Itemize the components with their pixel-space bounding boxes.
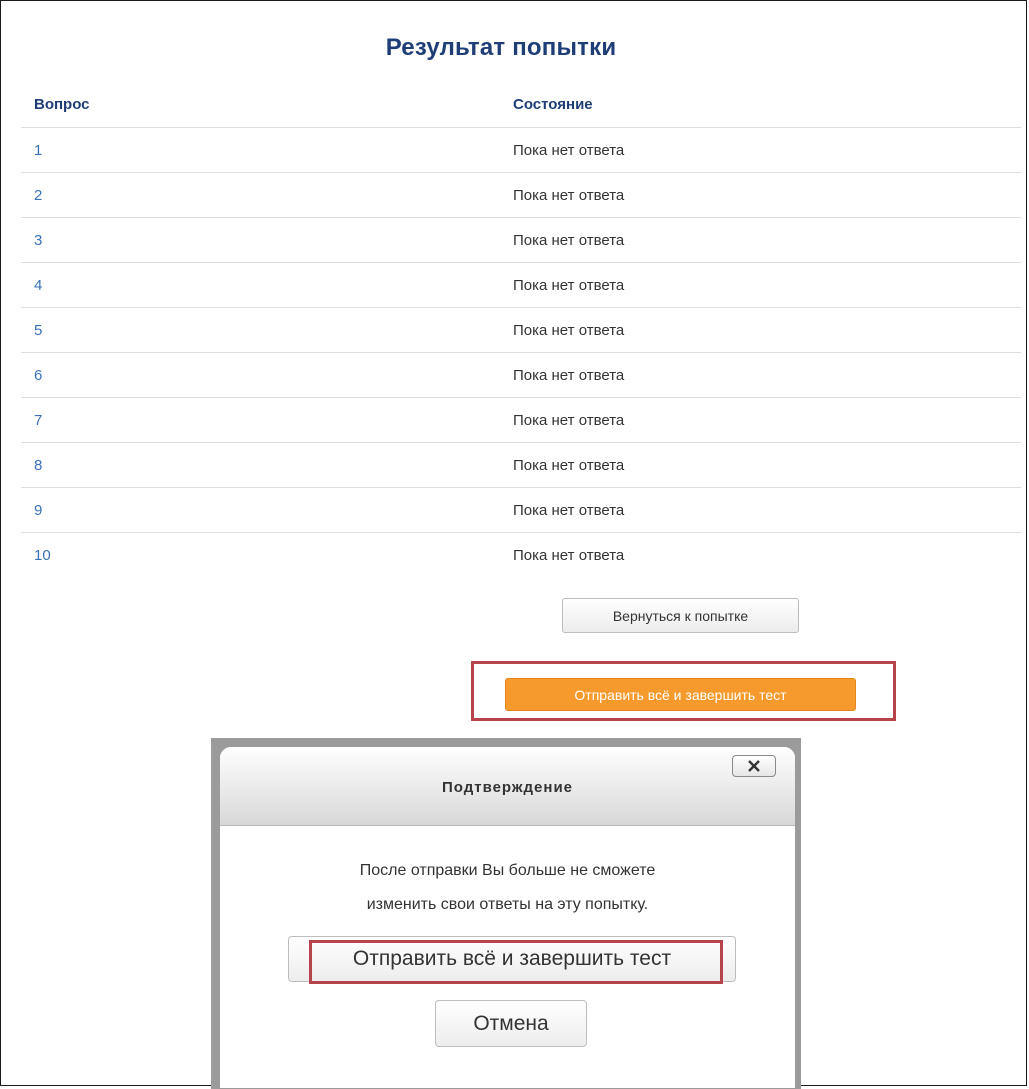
question-status: Пока нет ответа	[513, 262, 1021, 308]
question-status: Пока нет ответа	[513, 352, 1021, 398]
question-link[interactable]: 9	[21, 487, 513, 533]
question-status: Пока нет ответа	[513, 307, 1021, 353]
dialog-message-line: изменить свои ответы на эту попытку.	[366, 896, 649, 913]
question-link[interactable]: 5	[21, 307, 513, 353]
question-link[interactable]: 8	[21, 442, 513, 488]
dialog-close-button[interactable]	[732, 755, 776, 777]
table-row: 2 Пока нет ответа	[21, 172, 1021, 218]
confirm-submit-button[interactable]: Отправить всё и завершить тест	[288, 936, 736, 982]
cancel-button[interactable]: Отмена	[435, 1000, 587, 1047]
question-status: Пока нет ответа	[513, 487, 1021, 533]
question-link[interactable]: 4	[21, 262, 513, 308]
dialog-message-line: После отправки Вы больше не сможете	[359, 862, 656, 879]
table-row: 1 Пока нет ответа	[21, 127, 1021, 173]
table-row: 10 Пока нет ответа	[21, 533, 1021, 578]
close-icon	[748, 760, 760, 772]
dialog-header: Подтверждение	[220, 747, 795, 826]
question-link[interactable]: 7	[21, 397, 513, 443]
table-header-row: Вопрос Состояние	[21, 81, 1021, 128]
table-row: 3 Пока нет ответа	[21, 217, 1021, 263]
question-status: Пока нет ответа	[513, 546, 625, 564]
column-header-question: Вопрос	[21, 81, 513, 128]
table-row: 8 Пока нет ответа	[21, 442, 1021, 488]
submit-all-button[interactable]: Отправить всё и завершить тест	[505, 678, 856, 711]
page-title: Результат попытки	[385, 34, 617, 61]
attempt-summary-table: Вопрос Состояние 1 Пока нет ответа 2 Пок…	[21, 81, 1021, 577]
page-frame: Результат попытки Вопрос Состояние 1 Пок…	[0, 0, 1027, 1089]
return-to-attempt-button[interactable]: Вернуться к попытке	[562, 598, 799, 633]
table-row: 5 Пока нет ответа	[21, 307, 1021, 353]
question-link[interactable]: 3	[21, 217, 513, 263]
question-link[interactable]: 1	[21, 127, 513, 173]
table-row: 4 Пока нет ответа	[21, 262, 1021, 308]
dialog-title: Подтверждение	[441, 779, 574, 796]
table-row: 7 Пока нет ответа	[21, 397, 1021, 443]
question-status: Пока нет ответа	[513, 217, 1021, 263]
question-status: Пока нет ответа	[513, 442, 1021, 488]
table-row: 9 Пока нет ответа	[21, 487, 1021, 533]
confirmation-dialog: Подтверждение После отправки Вы больше н…	[219, 746, 796, 1089]
question-status: Пока нет ответа	[513, 397, 1021, 443]
question-status: Пока нет ответа	[513, 172, 1021, 218]
question-status: Пока нет ответа	[513, 127, 1021, 173]
question-link[interactable]: 2	[21, 172, 513, 218]
column-header-status: Состояние	[513, 81, 1021, 128]
question-link[interactable]: 6	[21, 352, 513, 398]
table-row: 6 Пока нет ответа	[21, 352, 1021, 398]
dialog-message: После отправки Вы больше не сможете изме…	[220, 854, 795, 922]
question-link[interactable]: 10	[21, 533, 513, 578]
